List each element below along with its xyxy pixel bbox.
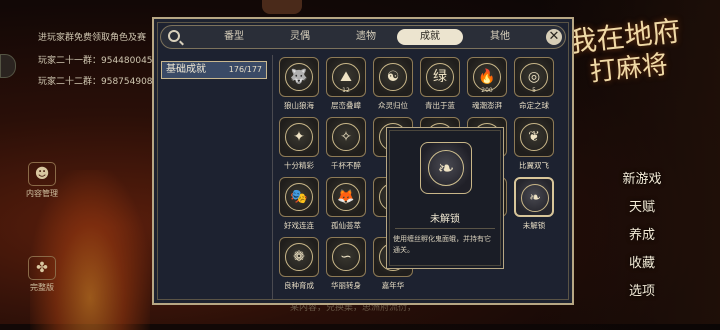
category-basic-achievements[interactable]: 基础成就 176/177: [161, 61, 267, 79]
achievement-cell[interactable]: 🐺 狼山狼海: [276, 57, 322, 115]
achievement-badge-icon: ⛰ 12: [326, 57, 366, 97]
achievement-name: 命定之球: [519, 101, 549, 110]
info-line: 进玩家群免费领取角色及赛: [38, 33, 147, 43]
achievement-progress: 12: [342, 87, 350, 94]
achievement-name: 比翼双飞: [519, 161, 549, 170]
achievement-badge-icon: ☯: [373, 57, 413, 97]
achievement-badge-icon: 🦊: [326, 177, 366, 217]
achievement-badge-icon: ✧: [326, 117, 366, 157]
menu-item-collection[interactable]: 收藏: [612, 252, 672, 271]
main-menu: 新游戏 天赋 养成 收藏 选项: [612, 168, 672, 308]
popup-divider: [395, 228, 495, 229]
menu-item-options[interactable]: 选项: [612, 280, 672, 299]
achievement-name: 良种育成: [284, 281, 314, 290]
mask-icon: ☻: [28, 162, 56, 186]
menu-item-new-game[interactable]: 新游戏: [612, 168, 672, 187]
popup-glyph: ❧: [428, 150, 464, 186]
tab-achievements[interactable]: 成就: [397, 29, 463, 45]
info-line: 玩家二十二群：958754908: [38, 77, 153, 87]
achievement-name: 好戏连连: [284, 221, 314, 230]
full-version-button[interactable]: ✤ 完整版: [24, 256, 60, 293]
moth-icon: ❧: [420, 142, 472, 194]
achievement-name: 华丽转身: [331, 281, 361, 290]
tab-puppets[interactable]: 灵偶: [267, 29, 333, 45]
search-icon[interactable]: [168, 30, 180, 42]
achievement-glyph: ❧: [521, 184, 549, 212]
achievement-progress: 200: [481, 87, 493, 94]
achievement-cell[interactable]: ◎ 5 命定之球: [511, 57, 557, 115]
achievement-cell[interactable]: ✦ 十分精彩: [276, 117, 322, 175]
achievement-name: 层峦叠嶂: [331, 101, 361, 110]
achievement-cell[interactable]: ❦ 比翼双飞: [511, 117, 557, 175]
achievement-cell[interactable]: 🔥 200 魂潮澎湃: [464, 57, 510, 115]
achievement-cell[interactable]: ☯ 众灵归位: [370, 57, 416, 115]
info-line: 玩家二十一群：954480045: [38, 56, 153, 66]
achievement-glyph: 🎭: [285, 183, 313, 211]
tab-patterns[interactable]: 番型: [201, 29, 267, 45]
achievement-name: 十分精彩: [284, 161, 314, 170]
achievement-glyph: ✧: [332, 123, 360, 151]
achievement-glyph: ∽: [332, 243, 360, 271]
achievement-cell[interactable]: ⛰ 12 层峦叠嶂: [323, 57, 369, 115]
achievement-progress: 5: [532, 87, 536, 94]
popup-title: 未解锁: [430, 214, 460, 225]
achievement-badge-icon: 🐺: [279, 57, 319, 97]
divider: [272, 55, 273, 299]
achievement-cell[interactable]: ✧ 千杯不醉: [323, 117, 369, 175]
achievement-cell[interactable]: ❧ 未解锁: [511, 177, 557, 235]
knot-icon: ✤: [28, 256, 56, 280]
achievement-glyph: 🦊: [332, 183, 360, 211]
tab-bar: 番型 灵偶 遗物 成就 其他 ✕: [160, 25, 566, 49]
achievement-cell[interactable]: 🦊 孤仙荟萃: [323, 177, 369, 235]
achievement-badge-icon: ❧: [514, 177, 554, 217]
tab-relics[interactable]: 遗物: [333, 29, 399, 45]
achievement-cell[interactable]: 🎭 好戏连连: [276, 177, 322, 235]
full-version-label: 完整版: [30, 283, 54, 292]
menu-item-cultivate[interactable]: 养成: [612, 224, 672, 243]
achievement-glyph: 绿: [426, 63, 454, 91]
category-label: 基础成就: [166, 64, 206, 75]
achievement-badge-icon: ❦: [514, 117, 554, 157]
achievement-badge-icon: ◎ 5: [514, 57, 554, 97]
achievement-cell[interactable]: ❁ 良种育成: [276, 237, 322, 295]
lantern-decoration: [262, 0, 302, 14]
achievement-glyph: 🐺: [285, 63, 313, 91]
game-logo: 我在地府 打麻将: [567, 13, 707, 126]
achievement-glyph: ✦: [285, 123, 313, 151]
close-icon[interactable]: ✕: [546, 29, 562, 45]
achievement-badge-icon: ∽: [326, 237, 366, 277]
popup-description: 使用缠丝孵化鬼面蛾，并持有它通关。: [393, 235, 491, 254]
achievement-badge-icon: ❁: [279, 237, 319, 277]
achievement-badge-icon: 🔥 200: [467, 57, 507, 97]
achievement-name: 孤仙荟萃: [331, 221, 361, 230]
achievement-badge-icon: 🎭: [279, 177, 319, 217]
achievement-glyph: ☯: [379, 63, 407, 91]
achievement-name: 千杯不醉: [331, 161, 361, 170]
menu-item-talent[interactable]: 天赋: [612, 196, 672, 215]
achievement-name: 魂潮澎湃: [472, 101, 502, 110]
tab-other[interactable]: 其他: [467, 29, 533, 45]
collection-panel: 番型 灵偶 遗物 成就 其他 ✕ 基础成就 176/177 🐺 狼山狼海 ⛰ 12 层峦…: [152, 17, 574, 305]
achievement-glyph: ❁: [285, 243, 313, 271]
achievement-cell[interactable]: ∽ 华丽转身: [323, 237, 369, 295]
category-count: 176/177: [228, 65, 262, 74]
edge-toggle-button[interactable]: [0, 54, 16, 78]
content-management-label: 内容管理: [26, 189, 58, 198]
achievement-cell[interactable]: 绿青出于蓝: [417, 57, 463, 115]
achievement-glyph: ❦: [520, 123, 548, 151]
achievement-name: 狼山狼海: [284, 101, 314, 110]
content-management-button[interactable]: ☻ 内容管理: [24, 162, 60, 199]
achievement-name: 青出于蓝: [425, 101, 455, 110]
achievement-badge-icon: 绿: [420, 57, 460, 97]
achievement-name: 嘉年华: [381, 281, 405, 290]
achievement-name: 众灵归位: [378, 101, 408, 110]
achievement-name: 未解锁: [522, 221, 546, 230]
achievement-detail-popup: ❧ 未解锁 使用缠丝孵化鬼面蛾，并持有它通关。: [386, 127, 504, 269]
achievement-badge-icon: ✦: [279, 117, 319, 157]
